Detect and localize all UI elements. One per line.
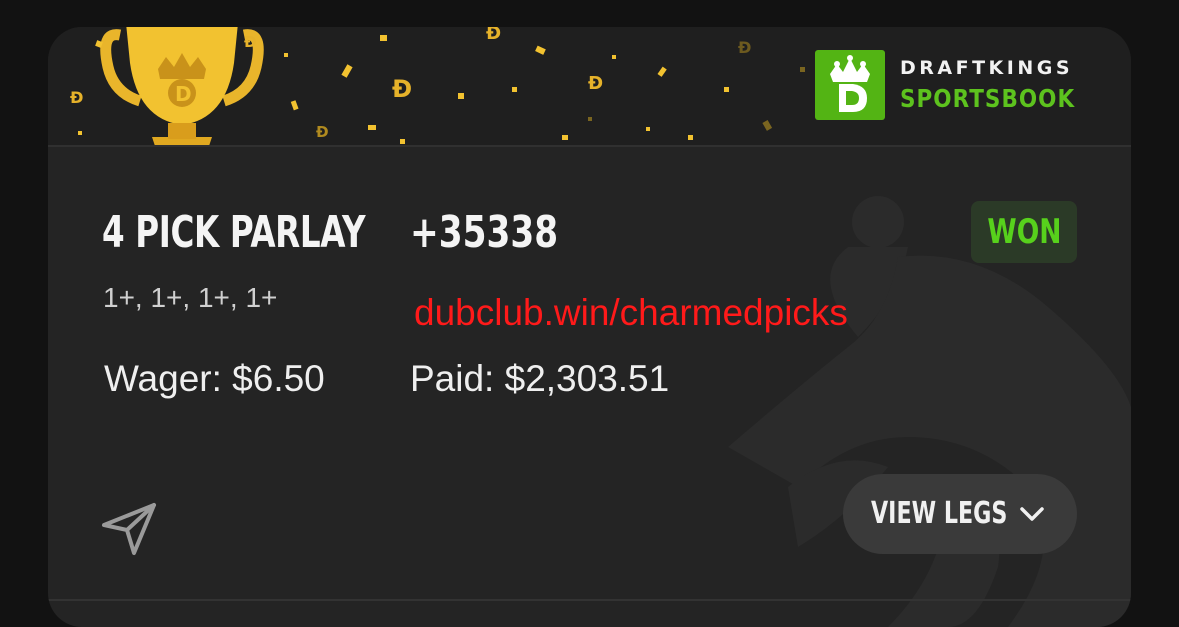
- bet-odds: +35338: [410, 207, 559, 258]
- paid-amount: Paid: $2,303.51: [410, 358, 670, 399]
- bet-title: 4 PICK PARLAY: [102, 207, 366, 258]
- share-button[interactable]: [100, 499, 158, 557]
- view-legs-button[interactable]: VIEW LEGS: [843, 474, 1077, 554]
- brand-subname: SPORTSBOOK: [900, 84, 1076, 113]
- card-divider: [48, 599, 1131, 601]
- status-badge: WON: [971, 201, 1077, 263]
- view-legs-label: VIEW LEGS: [871, 496, 1008, 531]
- legs-summary: 1+, 1+, 1+, 1+: [103, 282, 278, 313]
- draftkings-crown-logo-icon: [815, 50, 885, 120]
- share-paper-plane-icon: [102, 503, 156, 555]
- draftkings-sportsbook-logo: DRAFTKINGS SPORTSBOOK: [815, 50, 1085, 120]
- svg-text:Ð: Ð: [486, 27, 501, 44]
- svg-text:Ð: Ð: [738, 38, 751, 57]
- brand-name: DRAFTKINGS: [900, 57, 1074, 79]
- chevron-down-icon: [1020, 507, 1044, 521]
- svg-text:D: D: [175, 82, 192, 106]
- svg-text:Ð: Ð: [70, 88, 83, 107]
- svg-text:Ð: Ð: [244, 33, 257, 51]
- status-label: WON: [986, 212, 1062, 252]
- trophy-icon: D: [100, 27, 264, 145]
- svg-text:Ð: Ð: [316, 123, 329, 141]
- svg-text:Ð: Ð: [392, 75, 412, 103]
- bet-card: D Ð Ð Ð Ð Ð Ð Ð DRAFTKINGS SPORTSBOOK 4 …: [48, 27, 1131, 627]
- wager-amount: Wager: $6.50: [104, 358, 325, 399]
- promo-text: dubclub.win/charmedpicks: [414, 292, 848, 333]
- svg-text:Ð: Ð: [588, 73, 603, 94]
- celebration-banner: D Ð Ð Ð Ð Ð Ð Ð DRAFTKINGS SPORTSBOOK: [48, 27, 1131, 147]
